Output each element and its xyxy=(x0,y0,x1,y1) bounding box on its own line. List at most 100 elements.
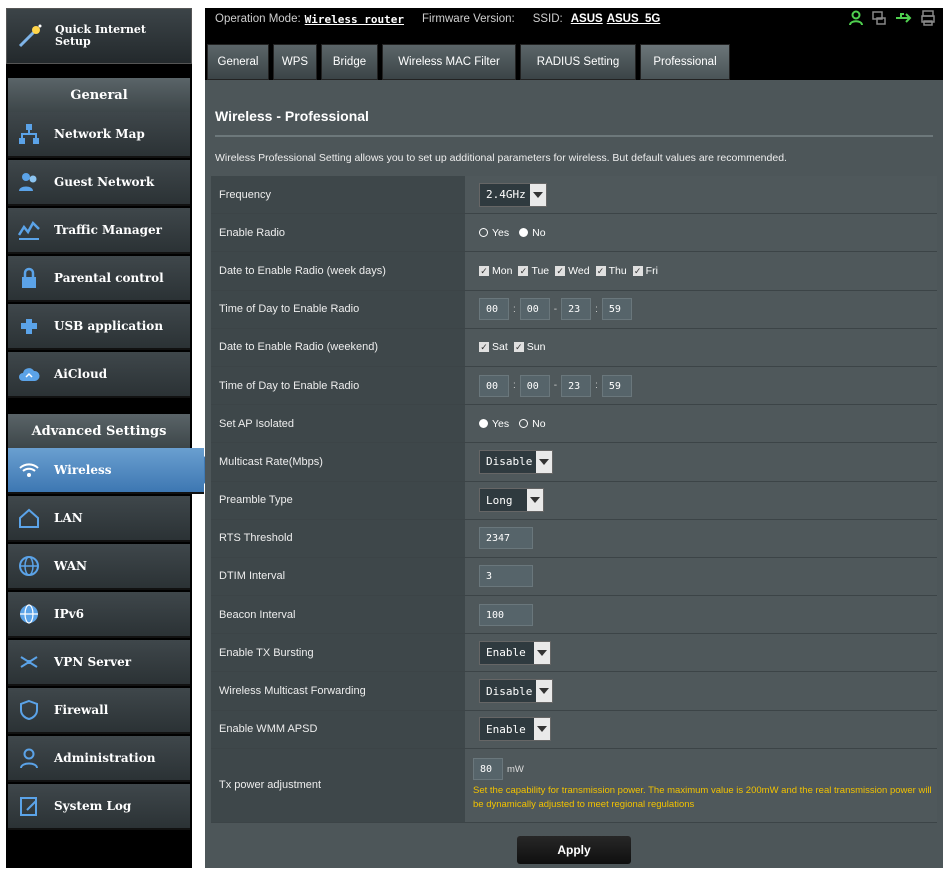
rts-threshold-input[interactable]: 2347 xyxy=(479,527,533,550)
weekend-end-minute-input[interactable]: 59 xyxy=(601,374,632,397)
usb-icon[interactable] xyxy=(895,10,913,29)
checkbox-mon[interactable]: ✓ Mon xyxy=(479,265,512,277)
sidebar-item-lan[interactable]: LAN xyxy=(8,496,190,542)
firmware-version-label: Firmware Version: xyxy=(422,13,515,25)
firewall-icon xyxy=(16,697,42,723)
chevron-down-icon xyxy=(526,489,543,512)
sidebar-item-guest-network[interactable]: Guest Network xyxy=(8,160,190,206)
tab-bar: General WPS Bridge Wireless MAC Filter R… xyxy=(205,30,943,80)
sidebar-item-system-log[interactable]: System Log xyxy=(8,784,190,830)
sidebar-item-ipv6[interactable]: IPv6 xyxy=(8,592,190,638)
weekend-end-hour-input[interactable]: 23 xyxy=(561,374,592,397)
ap-isolated-no[interactable]: No xyxy=(519,418,546,430)
sidebar-item-network-map[interactable]: Network Map xyxy=(8,112,190,158)
ap-isolated-yes[interactable]: Yes xyxy=(479,418,509,430)
beacon-interval-input[interactable]: 100 xyxy=(479,603,533,626)
sidebar-item-label: WAN xyxy=(54,559,87,573)
dtim-interval-label: DTIM Interval xyxy=(211,557,465,596)
table-row: Multicast Rate(Mbps) Disable xyxy=(211,443,937,482)
title-divider xyxy=(215,135,933,137)
sidebar-item-label: IPv6 xyxy=(54,607,84,621)
advanced-settings-heading: Advanced Settings xyxy=(8,414,190,448)
tx-power-input[interactable]: 80 xyxy=(473,758,503,781)
checkbox-wed[interactable]: ✓ Wed xyxy=(555,265,590,277)
table-row: Set AP Isolated Yes No xyxy=(211,405,937,444)
checkbox-sat[interactable]: ✓ Sat xyxy=(479,341,508,353)
weekend-start-minute-input[interactable]: 00 xyxy=(519,374,550,397)
ipv6-icon xyxy=(16,601,42,627)
sidebar-item-parental-control[interactable]: Parental control xyxy=(8,256,190,302)
weekend-start-hour-input[interactable]: 00 xyxy=(479,374,509,397)
checkbox-tue[interactable]: ✓ Tue xyxy=(518,265,549,277)
frequency-select[interactable]: 2.4GHz xyxy=(479,182,547,207)
sidebar-item-label: AiCloud xyxy=(54,367,108,381)
sidebar-item-label: LAN xyxy=(54,511,83,525)
status-icons xyxy=(849,10,935,29)
ssid-link-5g[interactable]: ASUS_5G xyxy=(607,13,661,25)
sidebar-item-label: System Log xyxy=(54,799,132,813)
tx-bursting-select[interactable]: Enable xyxy=(479,640,551,665)
tx-bursting-label: Enable TX Bursting xyxy=(211,634,465,672)
sidebar-item-traffic-manager[interactable]: Traffic Manager xyxy=(8,208,190,254)
date-weekend-label: Date to Enable Radio (weekend) xyxy=(211,328,465,366)
table-row: Enable Radio Yes No xyxy=(211,214,937,253)
enable-radio-yes[interactable]: Yes xyxy=(479,227,509,239)
quick-internet-setup-button[interactable]: Quick Internet Setup xyxy=(6,8,192,64)
sidebar-item-wan[interactable]: WAN xyxy=(8,544,190,590)
wireless-icon xyxy=(16,457,42,483)
operation-mode-label: Operation Mode: xyxy=(215,13,301,25)
usb-application-icon xyxy=(16,313,42,339)
sidebar-item-firewall[interactable]: Firewall xyxy=(8,688,190,734)
tab-general[interactable]: General xyxy=(207,44,269,80)
tx-power-label: Tx power adjustment xyxy=(211,748,465,822)
sidebar-item-usb-application[interactable]: USB application xyxy=(8,304,190,350)
weekday-start-hour-input[interactable]: 00 xyxy=(479,298,509,321)
magic-wand-icon xyxy=(15,21,45,51)
sidebar-item-aicloud[interactable]: AiCloud xyxy=(8,352,190,398)
rts-threshold-label: RTS Threshold xyxy=(211,519,465,557)
preamble-type-select[interactable]: Long xyxy=(479,488,544,513)
chevron-down-icon xyxy=(536,450,553,473)
tab-wps[interactable]: WPS xyxy=(273,44,317,80)
multicast-forwarding-select[interactable]: Disable xyxy=(479,679,554,704)
checkbox-sun[interactable]: ✓ Sun xyxy=(513,341,545,353)
ssid-label: SSID: xyxy=(532,13,563,25)
sidebar-item-vpn-server[interactable]: VPN Server xyxy=(8,640,190,686)
network-icon[interactable] xyxy=(871,10,887,29)
ssid-link-2g[interactable]: ASUS xyxy=(571,13,603,25)
printer-icon[interactable] xyxy=(921,10,935,29)
table-row: Enable TX Bursting Enable xyxy=(211,634,937,673)
weekday-end-hour-input[interactable]: 23 xyxy=(561,298,592,321)
apply-button[interactable]: Apply xyxy=(517,836,631,864)
multicast-forwarding-label: Wireless Multicast Forwarding xyxy=(211,672,465,710)
weekday-end-minute-input[interactable]: 59 xyxy=(601,298,632,321)
tab-wireless-mac-filter[interactable]: Wireless MAC Filter xyxy=(382,44,516,80)
sidebar-item-label: USB application xyxy=(54,319,164,333)
checkbox-thu[interactable]: ✓ Thu xyxy=(595,265,627,277)
frequency-label: Frequency xyxy=(211,176,465,214)
weekday-start-minute-input[interactable]: 00 xyxy=(519,298,550,321)
wan-icon xyxy=(16,553,42,579)
table-row: Date to Enable Radio (week days) ✓ Mon ✓ T… xyxy=(211,252,937,291)
enable-radio-label: Enable Radio xyxy=(211,214,465,252)
router-admin-page: Quick Internet Setup General Network Map… xyxy=(0,0,950,875)
preamble-type-label: Preamble Type xyxy=(211,481,465,519)
multicast-rate-select[interactable]: Disable xyxy=(479,449,554,474)
tab-professional[interactable]: Professional xyxy=(640,44,730,80)
sidebar-item-administration[interactable]: Administration xyxy=(8,736,190,782)
sidebar-item-label: Guest Network xyxy=(54,175,155,189)
sidebar-item-wireless[interactable]: Wireless xyxy=(8,448,216,494)
network-map-icon xyxy=(16,121,42,147)
user-icon[interactable] xyxy=(849,10,863,29)
tab-radius-setting[interactable]: RADIUS Setting xyxy=(520,44,636,80)
operation-mode-link[interactable]: Wireless router xyxy=(305,13,404,26)
time-weekend-label: Time of Day to Enable Radio xyxy=(211,366,465,405)
wmm-apsd-select[interactable]: Enable xyxy=(479,717,551,742)
dtim-interval-input[interactable]: 3 xyxy=(479,565,533,588)
tab-bridge[interactable]: Bridge xyxy=(321,44,378,80)
checkbox-fri[interactable]: ✓ Fri xyxy=(632,265,658,277)
enable-radio-no[interactable]: No xyxy=(519,227,546,239)
sidebar-item-label: VPN Server xyxy=(54,655,132,669)
table-row: Date to Enable Radio (weekend) ✓ Sat ✓ Sun xyxy=(211,328,937,367)
table-row: Beacon Interval 100 xyxy=(211,596,937,635)
